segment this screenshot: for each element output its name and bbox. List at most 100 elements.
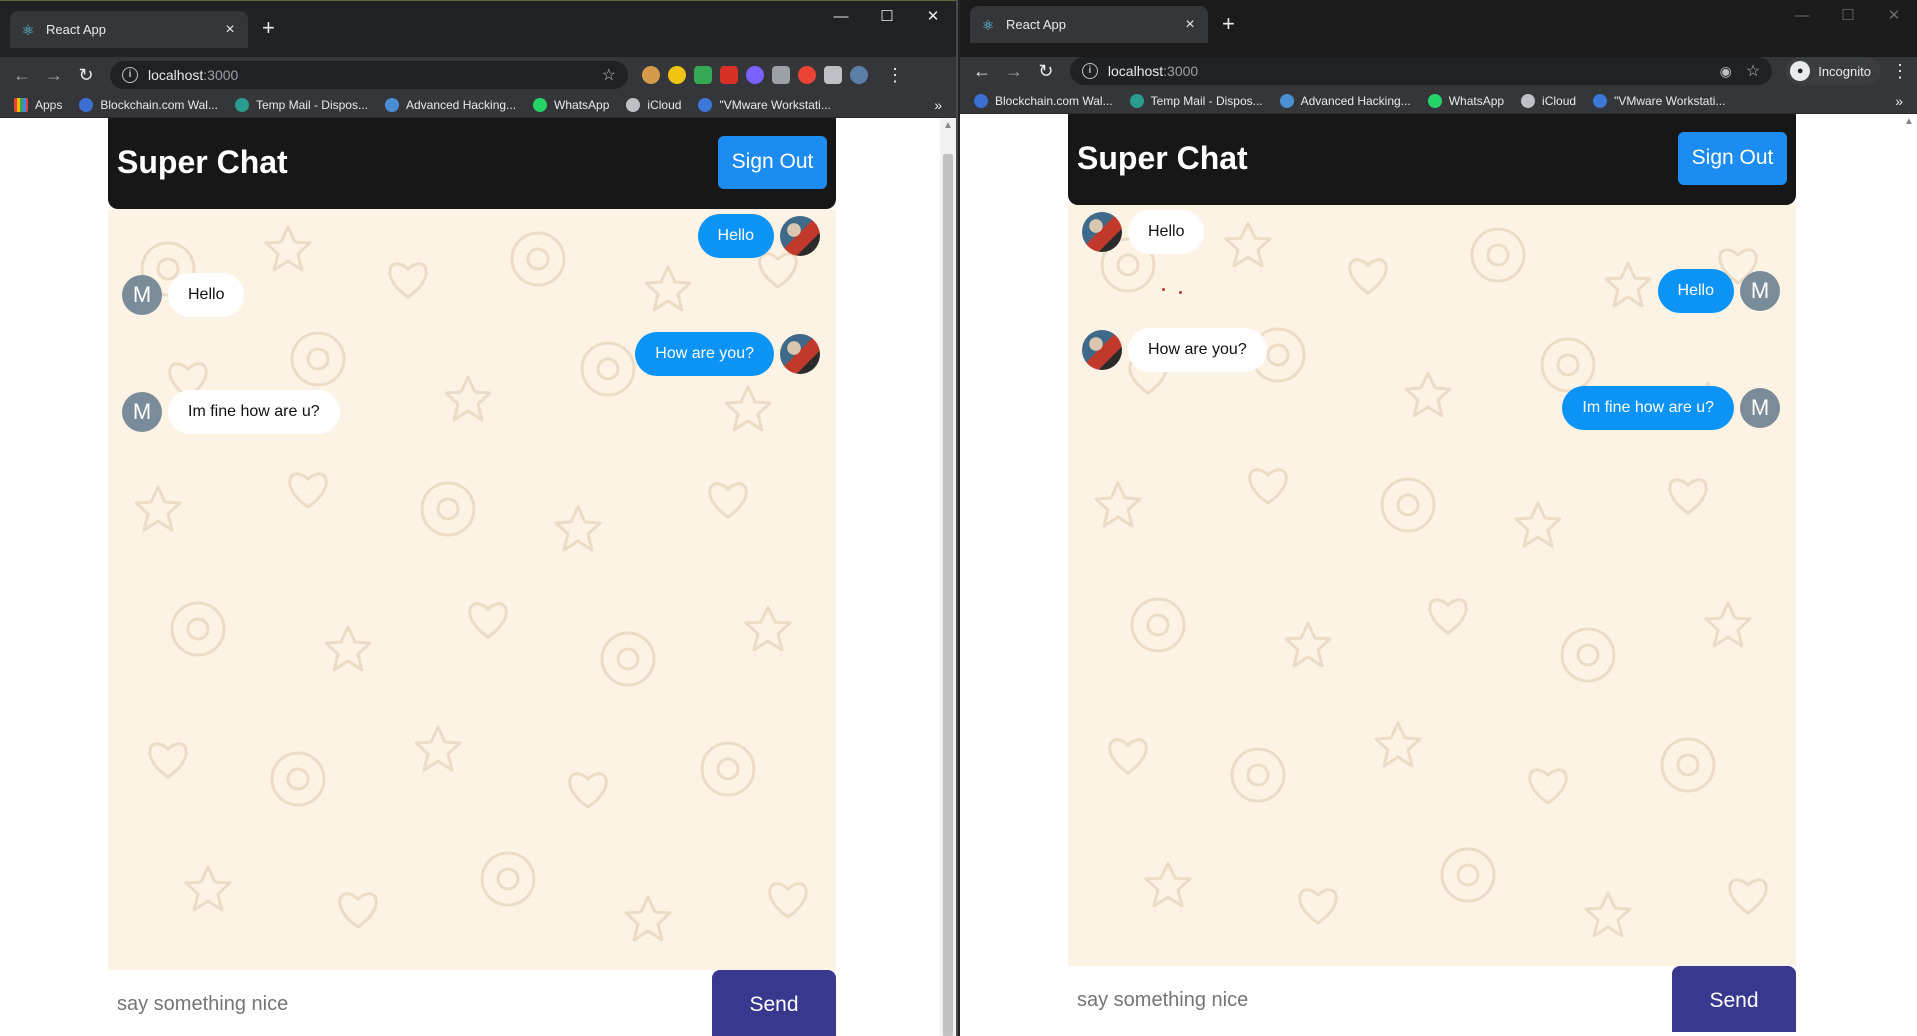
bookmark-item[interactable]: iCloud bbox=[1521, 94, 1576, 108]
tab-title: React App bbox=[1006, 17, 1066, 32]
bookmark-item[interactable]: Advanced Hacking... bbox=[384, 98, 516, 112]
message-form: Send bbox=[108, 970, 836, 1036]
maximize-icon[interactable]: ☐ bbox=[864, 1, 910, 31]
incognito-icon: ● bbox=[1790, 61, 1811, 81]
bookmark-item[interactable]: WhatsApp bbox=[533, 98, 609, 112]
react-favicon-icon: ⚛ bbox=[981, 16, 995, 33]
new-tab-icon[interactable]: + bbox=[1222, 13, 1235, 35]
back-arrow-icon[interactable]: ← bbox=[968, 57, 996, 85]
puzzle-extensions-icon[interactable] bbox=[824, 66, 842, 84]
incognito-badge[interactable]: ● Incognito bbox=[1786, 57, 1881, 85]
send-button[interactable]: Send bbox=[1672, 966, 1796, 1032]
grey-extension-icon[interactable] bbox=[772, 66, 790, 84]
tab-title: React App bbox=[46, 22, 106, 37]
close-tab-icon[interactable]: × bbox=[222, 21, 238, 39]
gift-extension-icon[interactable] bbox=[720, 66, 738, 84]
letter-avatar: M bbox=[1740, 388, 1780, 428]
bookmark-item[interactable]: Blockchain.com Wal... bbox=[974, 94, 1113, 108]
bookmark-item[interactable]: Temp Mail - Dispos... bbox=[1129, 94, 1263, 108]
bookmark-item[interactable]: "VMware Workstati... bbox=[698, 98, 831, 112]
site-info-icon[interactable]: i bbox=[1081, 63, 1098, 79]
forward-arrow-icon[interactable]: → bbox=[40, 61, 68, 89]
message-bubble-text: How are you? bbox=[635, 332, 774, 376]
cookie-extension-icon[interactable] bbox=[642, 66, 660, 84]
bookmark-item[interactable]: Blockchain.com Wal... bbox=[79, 98, 218, 112]
received-message: Hello bbox=[1082, 210, 1205, 254]
scroll-up-icon[interactable]: ▲ bbox=[1904, 116, 1914, 127]
send-button[interactable]: Send bbox=[712, 970, 836, 1036]
bookmark-label: Temp Mail - Dispos... bbox=[255, 98, 368, 112]
bookmark-label: WhatsApp bbox=[554, 98, 610, 112]
window-controls: — ☐ ✕ bbox=[818, 1, 956, 31]
bookmark-item[interactable]: WhatsApp bbox=[1427, 94, 1504, 108]
bookmark-favicon-icon bbox=[533, 98, 548, 112]
bookmark-label: "VMware Workstati... bbox=[719, 98, 831, 112]
minimize-icon[interactable]: — bbox=[818, 1, 864, 31]
scroll-up-icon[interactable]: ▲ bbox=[943, 120, 953, 131]
chat-messages-area[interactable]: Hello Hello M How are you? Im fine how are u… bbox=[1068, 205, 1796, 966]
browser-window-incognito: ⚛ React App × + — ☐ ✕ ← → ↻ i localhost:… bbox=[960, 0, 1917, 1036]
profile-avatar[interactable] bbox=[850, 66, 868, 84]
chat-messages-area[interactable]: Hello M Hello How are you? M Im fine how are … bbox=[108, 209, 836, 970]
close-window-icon[interactable]: ✕ bbox=[1871, 0, 1917, 30]
red-dot bbox=[1162, 288, 1165, 291]
bookmark-item[interactable]: iCloud bbox=[626, 98, 681, 112]
scrollbar[interactable]: ▲ bbox=[1901, 114, 1917, 1032]
close-window-icon[interactable]: ✕ bbox=[910, 1, 956, 31]
bookmark-favicon-icon bbox=[1129, 94, 1144, 108]
bookmark-item[interactable]: Apps bbox=[14, 98, 62, 112]
bookmark-item[interactable]: Temp Mail - Dispos... bbox=[234, 98, 368, 112]
bookmark-label: Apps bbox=[35, 98, 63, 112]
bookmark-item[interactable]: "VMware Workstati... bbox=[1593, 94, 1725, 108]
back-arrow-icon[interactable]: ← bbox=[8, 61, 36, 89]
tracking-blocked-eye-icon[interactable]: ◉ bbox=[1720, 63, 1732, 80]
new-tab-icon[interactable]: + bbox=[262, 17, 275, 39]
sign-out-button[interactable]: Sign Out bbox=[1678, 131, 1787, 185]
bookmark-favicon-icon bbox=[974, 94, 988, 108]
app-header: Super Chat Sign Out bbox=[1068, 114, 1796, 205]
bookmark-label: "VMware Workstati... bbox=[1614, 94, 1726, 108]
bookmarks-bar: Blockchain.com Wal... Temp Mail - Dispos.… bbox=[960, 89, 1917, 114]
bookmark-label: iCloud bbox=[1542, 94, 1577, 108]
more-bookmarks-icon[interactable]: » bbox=[1895, 93, 1903, 109]
reload-icon[interactable]: ↻ bbox=[72, 61, 100, 89]
user-photo-avatar bbox=[1082, 212, 1122, 252]
kebab-menu-icon[interactable]: ⋮ bbox=[886, 65, 904, 86]
chat-wallpaper-pattern bbox=[134, 225, 808, 942]
window-controls: — ☐ ✕ bbox=[1779, 0, 1917, 30]
forward-arrow-icon[interactable]: → bbox=[1000, 57, 1028, 85]
browser-tab[interactable]: ⚛ React App × bbox=[970, 6, 1208, 43]
kebab-menu-icon[interactable]: ⋮ bbox=[1891, 61, 1909, 82]
site-info-icon[interactable]: i bbox=[122, 67, 138, 83]
reload-icon[interactable]: ↻ bbox=[1032, 57, 1060, 85]
sent-message: Im fine how are u? M bbox=[1562, 386, 1780, 430]
address-bar[interactable]: i localhost:3000 ◉ ☆ bbox=[1069, 57, 1773, 85]
bookmark-item[interactable]: Advanced Hacking... bbox=[1279, 94, 1411, 108]
bookmark-star-icon[interactable]: ☆ bbox=[602, 65, 616, 85]
dark-mode-extension-icon[interactable] bbox=[668, 66, 686, 84]
bookmark-star-icon[interactable]: ☆ bbox=[1746, 61, 1760, 81]
chrome-extension-icon[interactable] bbox=[798, 66, 816, 84]
message-bubble-text: Hello bbox=[1657, 269, 1734, 313]
chat-app: Super Chat Sign Out Hello Hello M How are y… bbox=[1068, 114, 1796, 1032]
message-input[interactable] bbox=[108, 970, 712, 1036]
scrollbar-thumb[interactable] bbox=[943, 154, 953, 1036]
maximize-icon[interactable]: ☐ bbox=[1825, 0, 1871, 30]
page-viewport: Super Chat Sign Out Hello Hello M How are y… bbox=[960, 114, 1917, 1032]
sent-message: Hello bbox=[697, 214, 820, 258]
more-bookmarks-icon[interactable]: » bbox=[934, 97, 942, 113]
close-tab-icon[interactable]: × bbox=[1182, 16, 1198, 34]
sign-out-button[interactable]: Sign Out bbox=[718, 135, 827, 189]
title-bar: ⚛ React App × + — ☐ ✕ bbox=[0, 0, 956, 57]
url-host: localhost bbox=[1107, 63, 1164, 79]
minimize-icon[interactable]: — bbox=[1779, 0, 1825, 30]
scrollbar[interactable]: ▲ bbox=[940, 118, 956, 1036]
address-bar[interactable]: i localhost:3000 ☆ bbox=[110, 61, 628, 89]
drive-extension-icon[interactable] bbox=[694, 66, 712, 84]
bookmarks-bar: Apps Blockchain.com Wal... Temp Mail - Dis… bbox=[0, 93, 956, 118]
browser-tab[interactable]: ⚛ React App × bbox=[10, 11, 248, 48]
bookmark-favicon-icon bbox=[626, 98, 641, 112]
check-extension-icon[interactable] bbox=[746, 66, 764, 84]
message-input[interactable] bbox=[1068, 966, 1672, 1032]
letter-avatar: M bbox=[1740, 271, 1780, 311]
